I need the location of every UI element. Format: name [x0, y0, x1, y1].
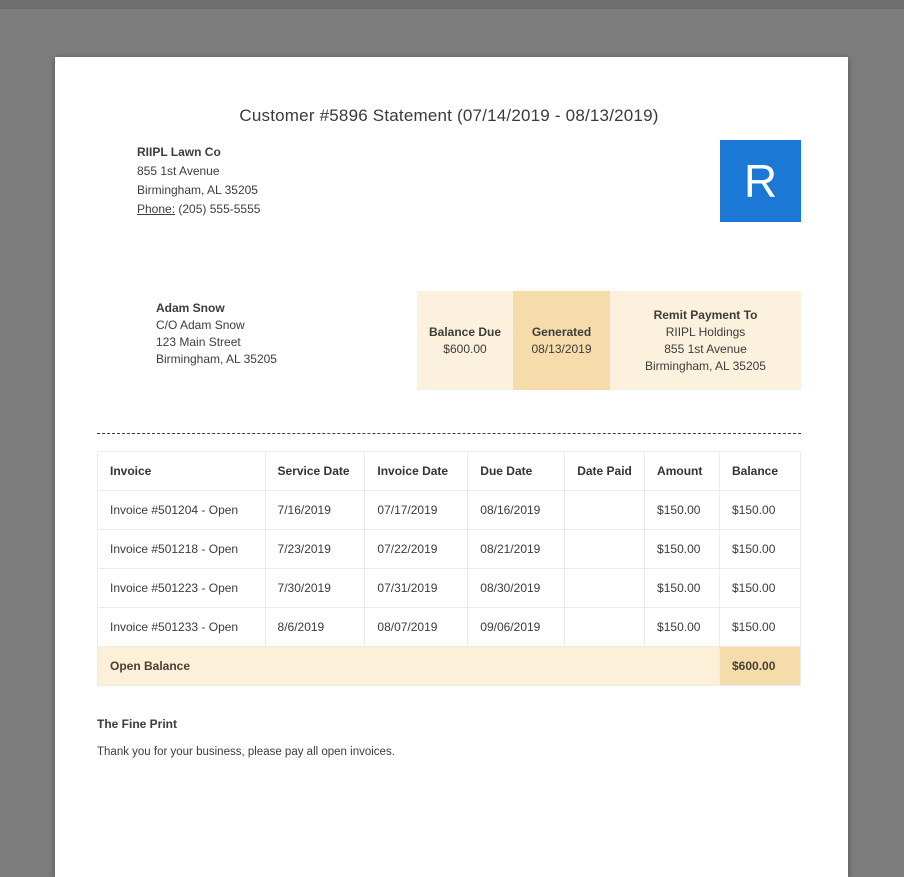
table-row: Invoice #501223 - Open 7/30/2019 07/31/2…: [97, 568, 801, 608]
company-info-block: RIIPL Lawn Co 855 1st Avenue Birmingham,…: [137, 143, 260, 222]
statement-content: Customer #5896 Statement (07/14/2019 - 0…: [55, 57, 848, 758]
cell-service-date: 8/6/2019: [264, 607, 366, 647]
cell-amount: $150.00: [644, 490, 720, 530]
statement-title: Customer #5896 Statement (07/14/2019 - 0…: [239, 106, 659, 125]
balance-due-value: $600.00: [443, 341, 487, 356]
cell-service-date: 7/16/2019: [264, 490, 366, 530]
open-balance-value: $600.00: [719, 646, 801, 686]
cell-balance: $150.00: [719, 568, 801, 608]
summary-boxes: Balance Due $600.00 Generated 08/13/2019…: [417, 291, 801, 390]
cell-amount: $150.00: [644, 607, 720, 647]
table-row: Invoice #501218 - Open 7/23/2019 07/22/2…: [97, 529, 801, 569]
cell-service-date: 7/23/2019: [264, 529, 366, 569]
cell-date-paid: [564, 490, 646, 530]
remit-line3: Birmingham, AL 35205: [645, 358, 766, 373]
cell-amount: $150.00: [644, 529, 720, 569]
col-header-balance: Balance: [719, 451, 801, 491]
cell-invoice-date: 07/17/2019: [364, 490, 469, 530]
customer-line2: 123 Main Street: [156, 335, 241, 349]
cell-invoice-date: 08/07/2019: [364, 607, 469, 647]
col-header-invoice: Invoice: [97, 451, 266, 491]
viewer-top-edge: [0, 0, 904, 9]
cell-balance: $150.00: [719, 607, 801, 647]
table-header-row: Invoice Service Date Invoice Date Due Da…: [97, 451, 801, 491]
company-phone-line: Phone: (205) 555-5555: [137, 200, 260, 219]
cell-invoice: Invoice #501233 - Open: [97, 607, 266, 647]
col-header-service-date: Service Date: [264, 451, 366, 491]
phone-number: (205) 555-5555: [178, 202, 261, 216]
company-address-line2: Birmingham, AL 35205: [137, 183, 258, 197]
dashed-divider: [97, 433, 801, 434]
col-header-date-paid: Date Paid: [564, 451, 646, 491]
cell-invoice: Invoice #501223 - Open: [97, 568, 266, 608]
cell-due-date: 09/06/2019: [467, 607, 566, 647]
remit-line2: 855 1st Avenue: [664, 341, 747, 356]
customer-name: Adam Snow: [156, 301, 225, 315]
table-row: Invoice #501204 - Open 7/16/2019 07/17/2…: [97, 490, 801, 530]
cell-invoice: Invoice #501218 - Open: [97, 529, 266, 569]
cell-balance: $150.00: [719, 529, 801, 569]
cell-due-date: 08/16/2019: [467, 490, 566, 530]
table-row: Invoice #501233 - Open 8/6/2019 08/07/20…: [97, 607, 801, 647]
cell-amount: $150.00: [644, 568, 720, 608]
col-header-due-date: Due Date: [467, 451, 566, 491]
cell-invoice: Invoice #501204 - Open: [97, 490, 266, 530]
cell-date-paid: [564, 607, 646, 647]
open-balance-label: Open Balance: [97, 646, 720, 686]
fine-print-text: Thank you for your business, please pay …: [97, 746, 395, 758]
cell-service-date: 7/30/2019: [264, 568, 366, 608]
balance-due-box: Balance Due $600.00: [417, 291, 513, 390]
generated-label: Generated: [531, 324, 592, 339]
col-header-invoice-date: Invoice Date: [364, 451, 469, 491]
remit-label: Remit Payment To: [653, 307, 758, 322]
customer-summary-row: Adam Snow C/O Adam Snow 123 Main Street …: [97, 291, 801, 390]
cell-due-date: 08/30/2019: [467, 568, 566, 608]
balance-due-label: Balance Due: [428, 324, 502, 339]
invoice-table: Invoice Service Date Invoice Date Due Da…: [97, 451, 801, 686]
company-address-line1: 855 1st Avenue: [137, 164, 220, 178]
remit-line1: RIIPL Holdings: [665, 324, 746, 339]
company-name: RIIPL Lawn Co: [137, 145, 221, 159]
open-balance-row: Open Balance $600.00: [97, 646, 801, 686]
col-header-amount: Amount: [644, 451, 720, 491]
cell-date-paid: [564, 529, 646, 569]
customer-line1: C/O Adam Snow: [156, 318, 245, 332]
cell-balance: $150.00: [719, 490, 801, 530]
fine-print-heading: The Fine Print: [97, 717, 178, 731]
statement-page: Customer #5896 Statement (07/14/2019 - 0…: [55, 57, 848, 877]
statement-header: RIIPL Lawn Co 855 1st Avenue Birmingham,…: [97, 140, 801, 222]
cell-due-date: 08/21/2019: [467, 529, 566, 569]
logo-letter: R: [743, 155, 778, 207]
generated-box: Generated 08/13/2019: [513, 291, 610, 390]
cell-date-paid: [564, 568, 646, 608]
cell-invoice-date: 07/22/2019: [364, 529, 469, 569]
customer-line3: Birmingham, AL 35205: [156, 352, 277, 366]
remit-payment-box: Remit Payment To RIIPL Holdings 855 1st …: [610, 291, 801, 390]
phone-label: Phone:: [137, 202, 176, 216]
generated-value: 08/13/2019: [531, 341, 592, 356]
company-logo: R: [720, 140, 801, 222]
customer-address-block: Adam Snow C/O Adam Snow 123 Main Street …: [156, 291, 277, 368]
cell-invoice-date: 07/31/2019: [364, 568, 469, 608]
